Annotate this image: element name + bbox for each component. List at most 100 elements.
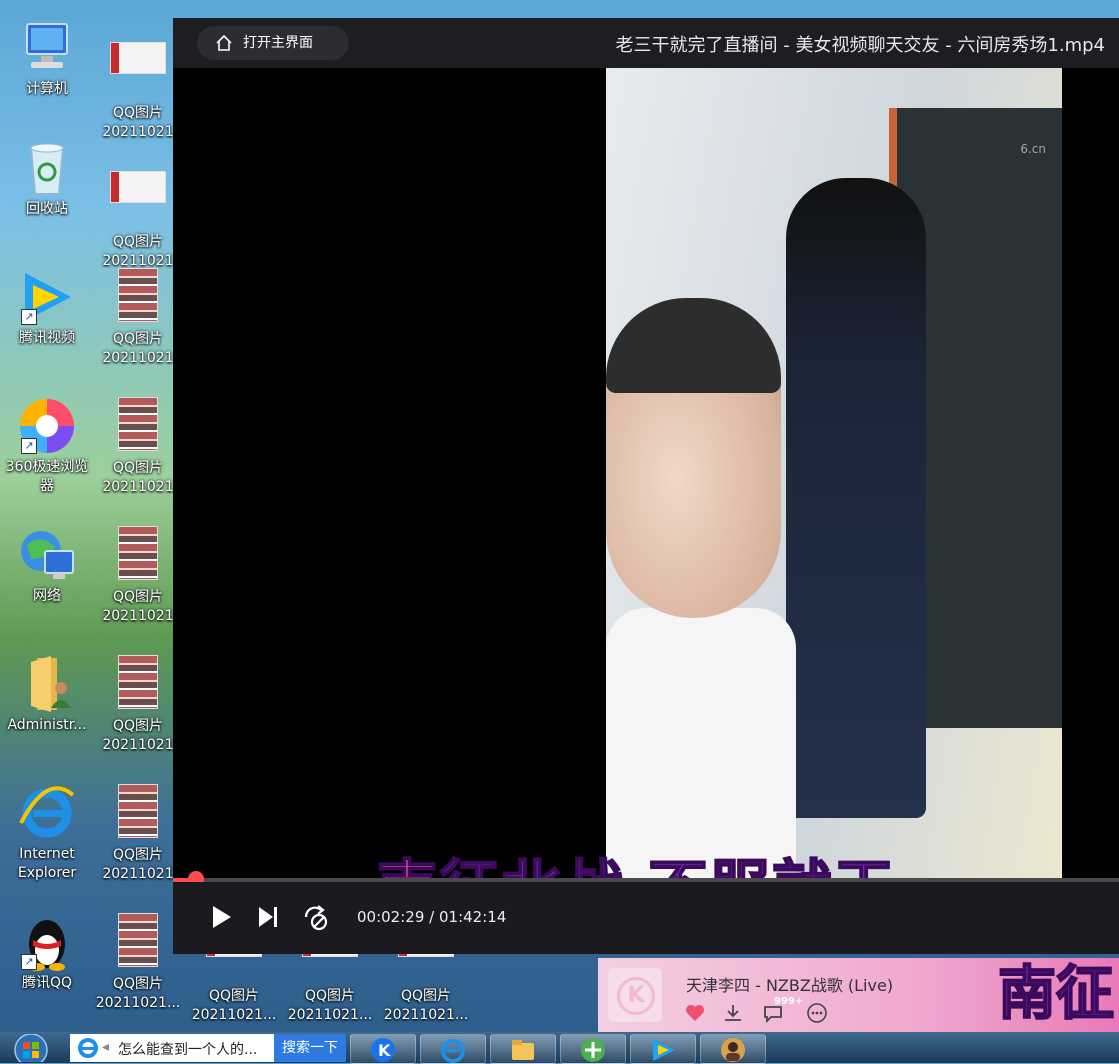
user-folder-icon <box>17 654 77 714</box>
video-player-window: 打开主界面 老三干就完了直播间 - 美女视频聊天交友 - 六间房秀场1.mp4 … <box>173 18 1119 954</box>
next-track-icon[interactable] <box>253 902 283 932</box>
music-mini-player: 南征 K 天津李四 - NZBZ战歌 (Live) 999+ <box>598 958 1119 1032</box>
desktop-icon-label: QQ图片 20211021... <box>95 976 181 1011</box>
desktop-icon-label: 回收站 <box>26 201 68 217</box>
search-button[interactable]: 搜索一下 <box>274 1034 346 1062</box>
desktop-icon-label: 腾讯视频 <box>19 330 75 346</box>
image-file-icon <box>108 913 168 973</box>
image-file-icon <box>108 784 168 844</box>
desktop-icon-qq-image[interactable]: QQ图片 20211021 <box>92 26 184 142</box>
taskbar-app-explorer[interactable] <box>490 1034 556 1064</box>
desktop-icon-label: QQ图片 20211021... <box>287 988 373 1023</box>
home-icon <box>216 34 232 51</box>
desktop-icon-label: QQ图片 20211021 <box>102 589 174 624</box>
play-icon[interactable] <box>205 902 235 932</box>
video-person-man <box>606 298 796 880</box>
taskbar-app-qq[interactable] <box>700 1034 766 1064</box>
desktop-icon-recycle-bin[interactable]: 回收站 <box>1 138 93 219</box>
video-frame[interactable]: 6.cn <box>606 68 1062 880</box>
player-titlebar[interactable]: 打开主界面 老三干就完了直播间 - 美女视频聊天交友 - 六间房秀场1.mp4 <box>173 18 1119 68</box>
desktop-icon-internet-explorer[interactable]: Internet Explorer <box>1 783 93 883</box>
open-main-interface-button[interactable]: 打开主界面 <box>197 26 349 60</box>
desktop-icon-tencent-video[interactable]: ↗ 腾讯视频 <box>1 267 93 348</box>
desktop-icon-label: 网络 <box>33 588 61 604</box>
desktop-icon-qq-image[interactable]: QQ图片 20211021 <box>92 393 184 497</box>
ie-icon <box>17 783 77 843</box>
svg-text:K: K <box>378 1041 391 1060</box>
desktop-icon-label: Internet Explorer <box>17 846 77 881</box>
taskbar-app-kugou[interactable]: K <box>350 1034 416 1064</box>
taskbar-app-tencent-video[interactable] <box>630 1034 696 1064</box>
dropdown-icon: ◂ <box>102 1039 110 1055</box>
desktop-icon-label: QQ图片 20211021 <box>102 847 174 882</box>
image-file-icon <box>108 397 168 457</box>
song-title: 天津李四 - NZBZ战歌 (Live) <box>686 976 894 995</box>
desktop-icon-computer[interactable]: 计算机 <box>1 18 93 99</box>
shortcut-arrow-icon: ↗ <box>21 954 37 970</box>
search-query: 怎么能查到一个人的... <box>118 1042 258 1058</box>
image-file-icon <box>108 655 168 715</box>
360-browser-icon <box>581 1038 605 1062</box>
desktop-icon-label: 计算机 <box>26 81 68 97</box>
comment-count-badge: 999+ <box>774 996 804 1007</box>
windows-start-icon[interactable] <box>6 1034 56 1062</box>
desktop-icon-administrator[interactable]: Administr... <box>1 654 93 735</box>
explorer-folder-icon <box>512 1040 534 1060</box>
tencent-video-icon <box>653 1039 675 1061</box>
player-controls: 00:02:29 / 01:42:14 <box>173 882 1119 954</box>
image-file-icon <box>108 171 168 231</box>
desktop-icon-qq-image[interactable]: QQ图片 20211021 <box>92 522 184 626</box>
album-cover[interactable]: K <box>608 968 662 1022</box>
taskbar-app-360-browser[interactable] <box>560 1034 626 1064</box>
desktop-icon-label: QQ图片 20211021 <box>102 105 174 140</box>
taskbar-app-ie[interactable] <box>420 1034 486 1064</box>
desktop-icon-qq-image[interactable]: QQ图片 20211021 <box>92 780 184 884</box>
shortcut-arrow-icon: ↗ <box>21 438 37 454</box>
desktop-icon-label: QQ图片 20211021... <box>383 988 469 1023</box>
loop-mode-icon[interactable] <box>301 902 331 932</box>
taskbar-search-box[interactable]: ◂ 怎么能查到一个人的... 搜索一下 <box>70 1034 346 1062</box>
desktop-icon-label: QQ图片 20211021 <box>102 331 174 366</box>
time-separator: / <box>429 908 435 926</box>
current-time: 00:02:29 <box>357 908 425 926</box>
image-file-icon <box>108 526 168 586</box>
network-icon <box>17 525 77 585</box>
desktop-icon-label: Administr... <box>7 717 87 733</box>
taskbar: ◂ 怎么能查到一个人的... 搜索一下 K <box>0 1032 1119 1064</box>
360-browser-icon: ↗ <box>17 396 77 456</box>
ie-icon <box>441 1039 465 1063</box>
desktop-icon-qq-image[interactable]: QQ图片 20211021 <box>92 651 184 755</box>
desktop-icon-label: 360极速浏览器 <box>5 459 89 494</box>
download-icon[interactable] <box>722 1002 744 1024</box>
desktop-icon-qq-image[interactable]: QQ图片 20211021 <box>92 155 184 271</box>
desktop-icon-label: QQ图片 20211021... <box>191 988 277 1023</box>
desktop-icon-label: QQ图片 20211021 <box>102 460 174 495</box>
more-options-icon[interactable] <box>806 1002 828 1024</box>
desktop-icon-network[interactable]: 网络 <box>1 525 93 606</box>
kugou-logo-icon: K <box>617 977 655 1015</box>
image-file-icon <box>108 268 168 328</box>
playback-time: 00:02:29 / 01:42:14 <box>357 908 506 926</box>
computer-icon <box>17 18 77 78</box>
shortcut-arrow-icon: ↗ <box>21 309 37 325</box>
desktop-icon-qq-image[interactable]: QQ图片 20211021... <box>92 909 184 1013</box>
desktop-lyric-overflow: 南征 <box>997 958 1115 1028</box>
qq-icon: ↗ <box>17 912 77 972</box>
image-file-icon <box>108 42 168 102</box>
desktop-icon-qq-image[interactable]: QQ图片 20211021 <box>92 264 184 368</box>
qq-avatar-icon <box>721 1038 745 1062</box>
video-title: 老三干就完了直播间 - 美女视频聊天交友 - 六间房秀场1.mp4 <box>615 35 1105 56</box>
video-person-woman <box>786 178 926 818</box>
recycle-bin-icon <box>17 138 77 198</box>
ie-icon <box>78 1038 98 1058</box>
desktop-icon-label: QQ图片 20211021 <box>102 718 174 753</box>
desktop-icon-label: 腾讯QQ <box>21 975 73 991</box>
desktop-icon-360-browser[interactable]: ↗ 360极速浏览器 <box>1 396 93 496</box>
desktop-icon-qq[interactable]: ↗ 腾讯QQ <box>1 912 93 993</box>
home-button-label: 打开主界面 <box>243 35 313 51</box>
favorite-heart-icon[interactable] <box>684 1002 706 1024</box>
video-watermark: 6.cn <box>1020 142 1046 156</box>
tencent-video-icon: ↗ <box>17 267 77 327</box>
total-time: 01:42:14 <box>439 908 507 926</box>
kugou-icon: K <box>371 1038 395 1062</box>
